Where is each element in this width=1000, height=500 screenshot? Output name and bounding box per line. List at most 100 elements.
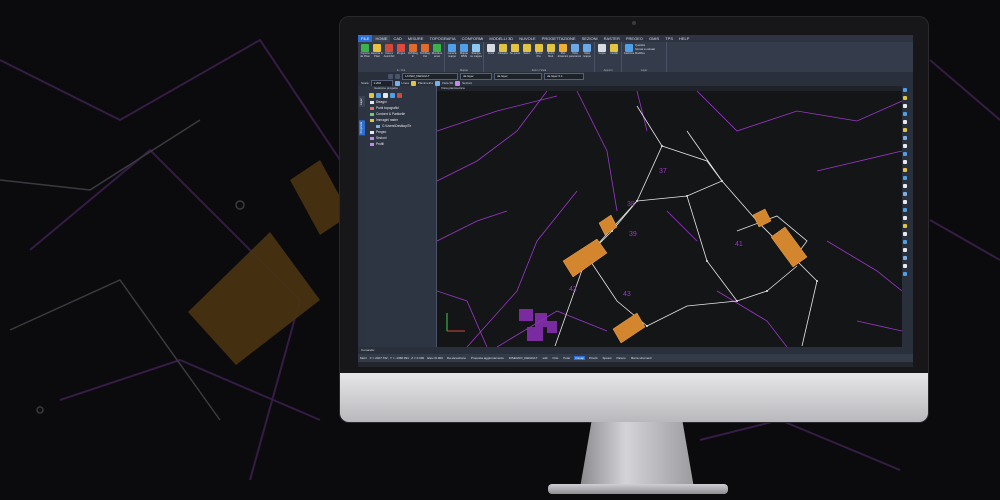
tool-icon[interactable] xyxy=(903,247,907,252)
tool-icon[interactable] xyxy=(903,223,907,228)
view3d-icon[interactable] xyxy=(434,80,440,86)
tool-icon[interactable] xyxy=(903,263,907,268)
status-toggle[interactable]: Osnap xyxy=(574,356,586,360)
add-icon[interactable] xyxy=(383,92,388,98)
ribbon-button[interactable]: Mappe WMS xyxy=(458,42,470,64)
menu-item-raster[interactable]: RASTER xyxy=(601,35,623,42)
status-toggle[interactable]: Barra strumenti xyxy=(630,356,653,360)
sections-toggle[interactable]: Sezioni xyxy=(462,81,472,85)
status-toggle[interactable]: Param. xyxy=(615,356,627,360)
sections-icon[interactable] xyxy=(455,80,461,86)
ribbon-button[interactable]: Finestra xyxy=(497,42,509,64)
menu-item-tps[interactable]: TPS xyxy=(662,35,676,42)
menu-item-sezioni[interactable]: SEZIONI xyxy=(579,35,601,42)
tool-icon[interactable] xyxy=(903,103,907,108)
menu-item-home[interactable]: HOME xyxy=(372,35,391,42)
ribbon-button[interactable]: Dxf/Dwg In xyxy=(407,42,419,64)
command-line[interactable]: Comando: xyxy=(358,347,913,354)
menu-item-file[interactable]: FILE xyxy=(358,35,373,42)
tool-icon[interactable] xyxy=(903,159,907,164)
status-toggle[interactable]: edit xyxy=(542,356,549,360)
ribbon-button[interactable]: Rivedere avvio xyxy=(431,42,443,64)
tool-icon[interactable] xyxy=(903,255,907,260)
ribbon-button[interactable]: Su punto xyxy=(509,42,521,64)
tool-icon[interactable] xyxy=(903,151,907,156)
line-icon[interactable] xyxy=(394,80,400,86)
tool-icon[interactable] xyxy=(903,199,907,204)
ribbon-button[interactable]: Esporta in Pfast xyxy=(371,42,383,64)
status-toggle[interactable]: Polar xyxy=(562,356,571,360)
tab-layer[interactable]: Layer xyxy=(359,96,365,107)
menu-item-misure[interactable]: MISURE xyxy=(405,35,427,42)
status-toggle[interactable]: Pinotti xyxy=(588,356,598,360)
tool-icon[interactable] xyxy=(903,135,907,140)
line-toggle[interactable]: Linea xyxy=(402,81,409,85)
ribbon-button[interactable]: Dxf/Dwg Out xyxy=(419,42,431,64)
tool-icon[interactable] xyxy=(903,111,907,116)
layer-manager-icon[interactable] xyxy=(388,74,393,79)
menu-item-cad[interactable]: CAD xyxy=(390,35,404,42)
menu-item-pregeo[interactable]: PREGEO xyxy=(623,35,646,42)
ribbon-button[interactable]: Gestione xyxy=(623,42,635,64)
tree-item[interactable]: Profili xyxy=(366,141,436,147)
tool-icon[interactable] xyxy=(903,271,907,276)
menu-item-topografia[interactable]: TOPOGRAFIA xyxy=(426,35,458,42)
tool-icon[interactable] xyxy=(903,175,907,180)
layer-option[interactable]: Modifica xyxy=(635,52,665,55)
tool-icon[interactable] xyxy=(903,167,907,172)
ribbon-button[interactable]: Stampa su mappa xyxy=(470,42,482,64)
tab-properties[interactable]: Proprietà xyxy=(359,120,365,136)
tool-icon[interactable] xyxy=(903,127,907,132)
tool-icon[interactable] xyxy=(903,119,907,124)
ribbon-button-icon xyxy=(598,44,606,52)
tool-icon[interactable] xyxy=(903,231,907,236)
planimetry-toggle[interactable]: Planimetria xyxy=(418,81,433,85)
ribbon-button[interactable]: Pan dinamico xyxy=(557,42,569,64)
status-toggle[interactable]: Da elevazione xyxy=(446,356,467,360)
ribbon-button[interactable]: Importa da Pfast xyxy=(359,42,371,64)
ribbon-button-label: Zoom Pre. xyxy=(535,52,543,58)
view3d-toggle[interactable]: Vista 3D xyxy=(442,81,453,85)
open-icon[interactable] xyxy=(369,92,374,98)
ribbon-button[interactable]: Limiti xyxy=(485,42,497,64)
status-toggle[interactable]: Orto xyxy=(551,356,559,360)
planimetry-icon[interactable] xyxy=(410,80,416,86)
ribbon-button[interactable]: Copia xyxy=(596,42,608,64)
ribbon-button[interactable]: Pregeo xyxy=(395,42,407,64)
layer-state-icon[interactable] xyxy=(395,74,400,79)
tool-icon[interactable] xyxy=(903,239,907,244)
tool-icon[interactable] xyxy=(903,191,907,196)
delete-icon[interactable] xyxy=(397,92,402,98)
ribbon-button[interactable]: Zoom Mod. xyxy=(545,42,557,64)
ribbon-button[interactable]: Selez. xyxy=(521,42,533,64)
tool-icon[interactable] xyxy=(903,207,907,212)
tool-icon[interactable] xyxy=(903,143,907,148)
ribbon-button[interactable]: Genera mappe xyxy=(446,42,458,64)
menu-item-help[interactable]: HELP xyxy=(676,35,692,42)
ribbon-button[interactable]: Vista panoramica xyxy=(569,42,581,64)
ribbon-button[interactable]: Invia a AutoCAD xyxy=(383,42,395,64)
linetype-dropdown[interactable]: da layer xyxy=(494,73,542,80)
ribbon-button[interactable]: Vista mappe xyxy=(581,42,593,64)
menu-item-conformi[interactable]: CONFORMI xyxy=(459,35,487,42)
tool-icon[interactable] xyxy=(903,215,907,220)
drawing-canvas[interactable]: 37 38 39 41 42 43 xyxy=(437,91,902,347)
status-toggle[interactable]: DISEGNO_DEFAULT xyxy=(508,356,539,360)
menu-item-nuvole[interactable]: NUVOLE xyxy=(516,35,538,42)
refresh-icon[interactable] xyxy=(376,92,381,98)
layer-option[interactable]: Sposta su attuale xyxy=(635,48,665,51)
menu-item-progettazione[interactable]: PROGETTAZIONE xyxy=(539,35,579,42)
tool-icon[interactable] xyxy=(903,95,907,100)
menu-item-modelli-3d[interactable]: MODELLI 3D xyxy=(486,35,516,42)
tool-icon[interactable] xyxy=(903,183,907,188)
tool-icon[interactable] xyxy=(903,87,907,92)
layer-option[interactable]: Quantità xyxy=(635,44,665,47)
filter-icon[interactable] xyxy=(390,92,395,98)
status-toggle[interactable]: Spessi xyxy=(601,356,612,360)
menu-item-gmis[interactable]: GMIS xyxy=(646,35,662,42)
status-toggle[interactable]: Proposta aggiornamento xyxy=(470,356,505,360)
lineweight-dropdown[interactable]: da layer 0.1 xyxy=(544,73,584,80)
command-label: Comando: xyxy=(361,348,375,352)
ribbon-button[interactable]: Zoom Pre. xyxy=(533,42,545,64)
ribbon-button[interactable]: Incolla xyxy=(608,42,620,64)
